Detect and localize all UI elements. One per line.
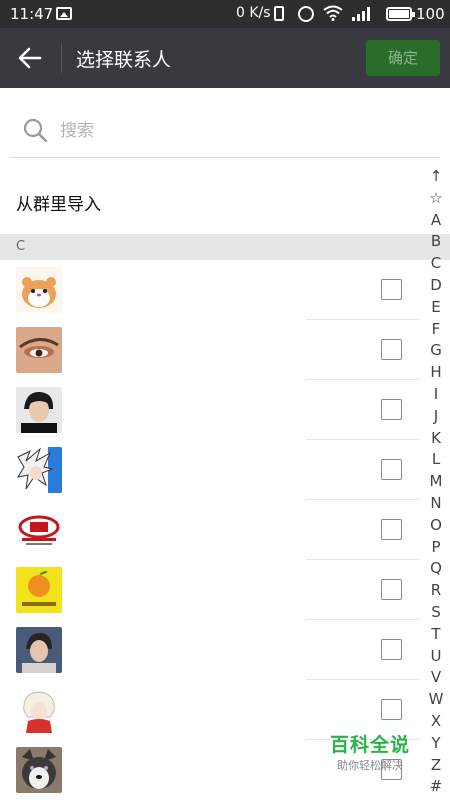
- select-checkbox[interactable]: [381, 579, 402, 600]
- index-letter[interactable]: E: [424, 297, 448, 319]
- contact-row[interactable]: [0, 260, 420, 320]
- avatar: [16, 687, 62, 733]
- select-checkbox[interactable]: [381, 459, 402, 480]
- status-bar: 11:47 0 K/s 100: [0, 0, 450, 28]
- header-divider: [61, 43, 62, 73]
- contact-row[interactable]: [0, 560, 420, 620]
- avatar: [16, 507, 62, 553]
- index-letter[interactable]: A: [424, 210, 448, 232]
- select-checkbox[interactable]: [381, 339, 402, 360]
- index-letter[interactable]: ↑: [424, 166, 448, 188]
- avatar: [16, 267, 62, 313]
- index-letter[interactable]: N: [424, 493, 448, 515]
- index-letter[interactable]: S: [424, 602, 448, 624]
- index-letter[interactable]: H: [424, 362, 448, 384]
- index-letter[interactable]: Q: [424, 558, 448, 580]
- index-letter[interactable]: F: [424, 319, 448, 341]
- index-letter[interactable]: V: [424, 667, 448, 689]
- avatar: [16, 387, 62, 433]
- import-from-group-label: 从群里导入: [16, 195, 101, 215]
- contact-row[interactable]: [0, 380, 420, 440]
- index-letter[interactable]: L: [424, 449, 448, 471]
- contact-row[interactable]: [0, 500, 420, 560]
- select-checkbox[interactable]: [381, 519, 402, 540]
- search-input[interactable]: [60, 118, 390, 144]
- index-letter[interactable]: ☆: [424, 188, 448, 210]
- search-bar: [10, 104, 440, 158]
- index-letter[interactable]: O: [424, 515, 448, 537]
- index-letter[interactable]: B: [424, 231, 448, 253]
- contact-row[interactable]: [0, 440, 420, 500]
- index-letter[interactable]: D: [424, 275, 448, 297]
- avatar: [16, 627, 62, 673]
- avatar: [16, 447, 62, 493]
- index-letter[interactable]: U: [424, 646, 448, 668]
- image-notification-icon: [56, 7, 72, 20]
- select-checkbox[interactable]: [381, 399, 402, 420]
- wifi-icon: [323, 5, 343, 21]
- section-letter: C: [16, 239, 26, 254]
- confirm-button[interactable]: 确定: [366, 40, 440, 76]
- page-title: 选择联系人: [76, 49, 172, 71]
- alphabet-index-bar[interactable]: ↑ ☆ A B C D E F G H I J K L M N O P Q R S T U V W X Y Z #: [424, 166, 448, 798]
- vibrate-icon: [274, 6, 284, 21]
- index-letter[interactable]: P: [424, 537, 448, 559]
- signal-icon: [352, 7, 376, 21]
- index-letter[interactable]: T: [424, 624, 448, 646]
- index-letter[interactable]: C: [424, 253, 448, 275]
- search-icon: [23, 118, 48, 143]
- battery-level: 100: [416, 5, 445, 23]
- status-time: 11:47: [10, 5, 54, 23]
- back-arrow-icon[interactable]: [14, 42, 46, 74]
- import-from-group-item[interactable]: 从群里导入: [0, 172, 420, 230]
- select-checkbox[interactable]: [381, 639, 402, 660]
- index-letter[interactable]: G: [424, 340, 448, 362]
- select-checkbox[interactable]: [381, 279, 402, 300]
- alarm-icon: [298, 6, 314, 22]
- index-letter[interactable]: K: [424, 428, 448, 450]
- contact-row[interactable]: [0, 320, 420, 380]
- avatar: [16, 327, 62, 373]
- index-letter[interactable]: R: [424, 580, 448, 602]
- index-letter[interactable]: M: [424, 471, 448, 493]
- avatar: [16, 747, 62, 793]
- index-letter[interactable]: I: [424, 384, 448, 406]
- network-speed: 0 K/s: [236, 5, 271, 21]
- index-letter[interactable]: Z: [424, 755, 448, 777]
- index-letter[interactable]: J: [424, 406, 448, 428]
- battery-icon: [386, 7, 415, 21]
- index-letter[interactable]: X: [424, 711, 448, 733]
- top-app-bar: 选择联系人 确定: [0, 28, 450, 88]
- index-letter[interactable]: #: [424, 776, 448, 798]
- watermark-subtitle: 助你轻松解决: [337, 759, 403, 772]
- avatar: [16, 567, 62, 613]
- select-checkbox[interactable]: [381, 699, 402, 720]
- watermark-title: 百科全说: [329, 734, 410, 756]
- section-header: C: [0, 234, 450, 260]
- index-letter[interactable]: Y: [424, 733, 448, 755]
- contact-row[interactable]: [0, 620, 420, 680]
- index-letter[interactable]: W: [424, 689, 448, 711]
- watermark-logo: 百科全说 助你轻松解决: [322, 730, 418, 773]
